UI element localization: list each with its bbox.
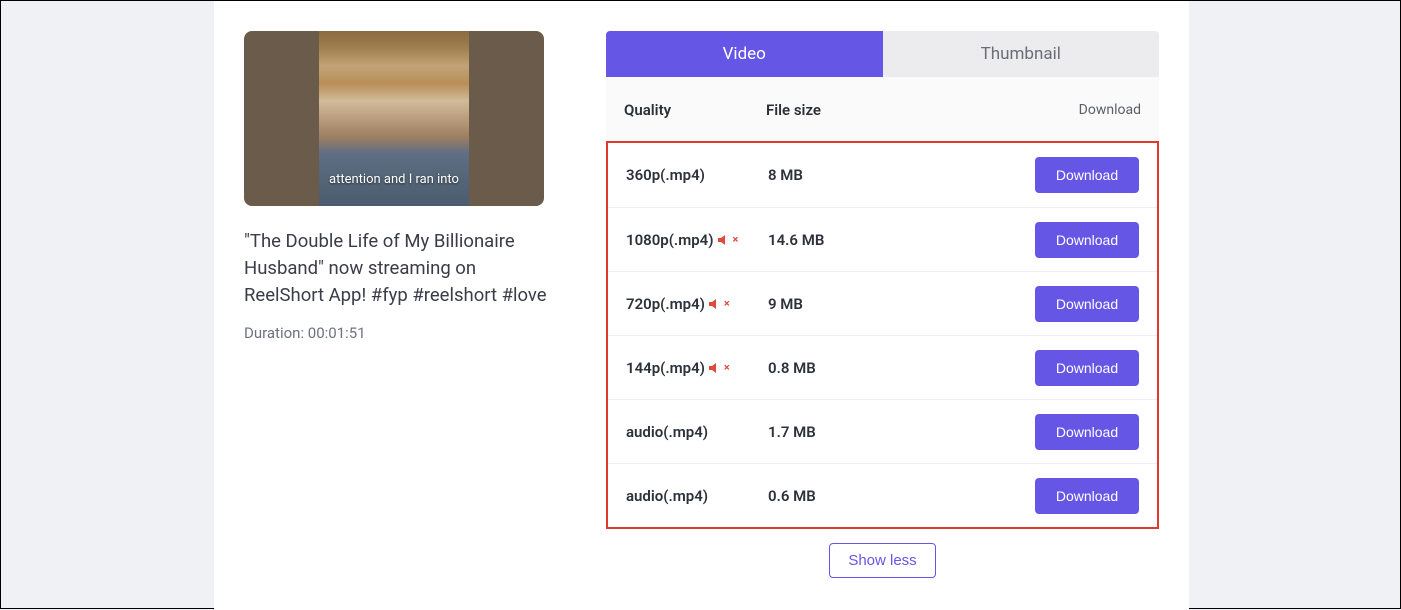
quality-cell: 720p(.mp4) × [626,295,768,313]
size-cell: 0.6 MB [768,487,1019,505]
download-button[interactable]: Download [1035,157,1139,193]
header-download: Download [1051,102,1141,118]
quality-label: audio(.mp4) [626,423,708,441]
download-button[interactable]: Download [1035,478,1139,514]
quality-label: 720p(.mp4) [626,295,705,313]
quality-cell: 360p(.mp4) [626,166,768,184]
muted-icon: × [718,233,739,246]
table-row: audio(.mp4) 1.7 MB Download [608,399,1157,463]
quality-cell: 144p(.mp4) × [626,359,768,377]
quality-cell: 1080p(.mp4) × [626,231,768,249]
video-title: "The Double Life of My Billionaire Husba… [244,228,550,308]
table-row: 1080p(.mp4) × 14.6 MB Download [608,207,1157,271]
muted-icon: × [709,361,730,374]
header-filesize: File size [766,101,1051,119]
quality-label: 144p(.mp4) [626,359,705,377]
table-header: Quality File size Download [606,77,1159,141]
size-cell: 8 MB [768,166,1019,184]
download-button[interactable]: Download [1035,222,1139,258]
download-button[interactable]: Download [1035,414,1139,450]
video-duration: Duration: 00:01:51 [244,324,550,342]
size-cell: 0.8 MB [768,359,1019,377]
quality-label: 1080p(.mp4) [626,231,714,249]
muted-icon: × [709,297,730,310]
downloads-column: Video Thumbnail Quality File size Downlo… [606,31,1159,578]
video-meta-column: attention and I ran into "The Double Lif… [244,31,550,578]
size-cell: 9 MB [768,295,1019,313]
tab-bar: Video Thumbnail [606,31,1159,77]
show-less-button[interactable]: Show less [829,543,935,578]
table-row: 720p(.mp4) × 9 MB Download [608,271,1157,335]
thumbnail-caption: attention and I ran into [319,172,469,188]
video-thumbnail[interactable]: attention and I ran into [244,31,544,206]
download-button[interactable]: Download [1035,286,1139,322]
quality-label: 360p(.mp4) [626,166,705,184]
quality-cell: audio(.mp4) [626,487,768,505]
size-cell: 1.7 MB [768,423,1019,441]
download-button[interactable]: Download [1035,350,1139,386]
table-row: audio(.mp4) 0.6 MB Download [608,463,1157,527]
table-row: 360p(.mp4) 8 MB Download [608,143,1157,207]
size-cell: 14.6 MB [768,231,1019,249]
quality-label: audio(.mp4) [626,487,708,505]
table-row: 144p(.mp4) × 0.8 MB Download [608,335,1157,399]
tab-thumbnail[interactable]: Thumbnail [883,31,1160,77]
tab-video[interactable]: Video [606,31,883,77]
download-options-highlight: 360p(.mp4) 8 MB Download 1080p(.mp4) × 14.6 M… [606,141,1159,529]
downloader-card: attention and I ran into "The Double Lif… [214,1,1189,610]
header-quality: Quality [624,101,766,119]
quality-cell: audio(.mp4) [626,423,768,441]
